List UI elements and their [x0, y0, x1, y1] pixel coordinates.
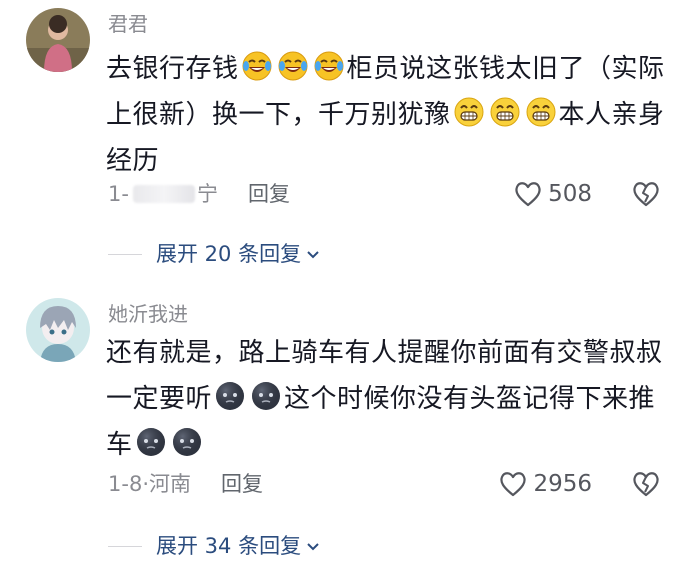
expand-replies-button[interactable]: 展开 20 条回复 — [108, 240, 321, 268]
broken-heart-icon[interactable] — [632, 471, 660, 497]
laugh-cry-emoji-icon — [277, 50, 309, 82]
reply-button[interactable]: 回复 — [248, 180, 290, 208]
heart-icon — [499, 471, 527, 497]
avatar[interactable] — [26, 298, 90, 362]
comment-meta: 1-8 · 河南 回复 — [108, 470, 263, 498]
user-anime-avatar-icon — [26, 298, 90, 362]
like-count: 508 — [548, 181, 592, 207]
comment-location: 河南 — [149, 472, 191, 496]
comment-text: 还有就是，路上骑车有人提醒你前面有交警叔叔一定要听 这个时候你没有头盔记得下来推车 — [106, 338, 663, 460]
divider — [108, 545, 142, 547]
user-photo-icon — [26, 8, 90, 72]
comment-time: 1- — [108, 182, 129, 206]
blurred-location — [132, 185, 195, 203]
chevron-down-icon — [307, 543, 319, 551]
comment-meta: 1- 宁 回复 — [108, 180, 290, 208]
comment-username[interactable]: 君君 — [108, 12, 148, 36]
dark-face-emoji-icon — [214, 380, 246, 412]
reply-button[interactable]: 回复 — [221, 470, 263, 498]
comment-time: 1-8 — [108, 472, 143, 496]
divider — [108, 253, 142, 255]
laugh-cry-emoji-icon — [313, 50, 345, 82]
dark-face-emoji-icon — [135, 426, 167, 458]
dark-face-emoji-icon — [250, 380, 282, 412]
comment-username[interactable]: 她沂我进 — [108, 302, 188, 326]
grin-emoji-icon — [489, 96, 521, 128]
laugh-cry-emoji-icon — [241, 50, 273, 82]
broken-heart-icon[interactable] — [632, 181, 660, 207]
comment-location: 宁 — [196, 182, 218, 206]
heart-icon — [514, 181, 542, 207]
chevron-down-icon — [307, 251, 319, 259]
grin-emoji-icon — [453, 96, 485, 128]
like-button[interactable]: 508 — [514, 180, 592, 208]
comment-text: 去银行存钱 柜员说这张钱太旧了（实际上很新）换一下，千万别犹豫 本人亲身经历 — [106, 46, 666, 184]
like-count: 2956 — [533, 471, 592, 497]
like-button[interactable]: 2956 — [499, 470, 592, 498]
expand-replies-label: 展开 34 条回复 — [156, 534, 302, 558]
dark-face-emoji-icon — [171, 426, 203, 458]
expand-replies-label: 展开 20 条回复 — [156, 242, 302, 266]
grin-emoji-icon — [525, 96, 557, 128]
avatar[interactable] — [26, 8, 90, 72]
expand-replies-button[interactable]: 展开 34 条回复 — [108, 532, 321, 560]
